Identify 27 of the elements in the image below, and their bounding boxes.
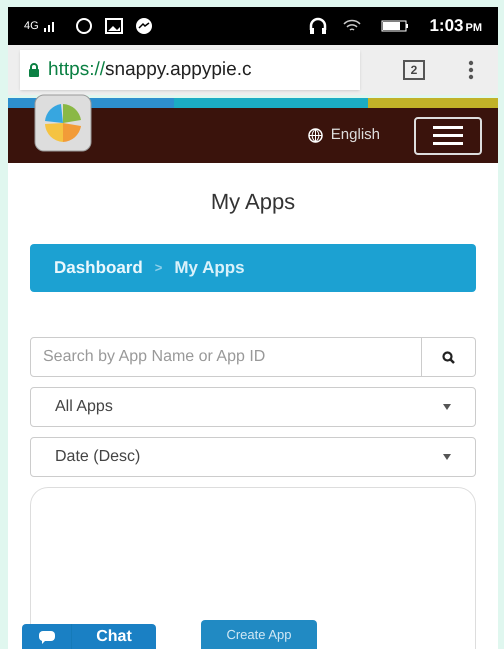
globe-icon — [308, 128, 323, 143]
search-icon — [442, 350, 455, 364]
wifi-icon — [343, 19, 362, 33]
chat-button[interactable]: Chat — [22, 624, 156, 649]
pie-logo-icon[interactable] — [34, 94, 92, 152]
page-title: My Apps — [210, 188, 296, 216]
breadcrumb-separator: > — [154, 259, 162, 278]
lock-icon — [28, 63, 40, 77]
menu-button[interactable] — [414, 116, 482, 154]
search-field[interactable]: Search by App Name or App ID — [30, 337, 422, 377]
filter-dropdown[interactable]: Date (Desc) — [30, 437, 476, 477]
tab-count-button[interactable]: 2 — [402, 60, 426, 80]
dropdown-caret-icon — [443, 454, 451, 460]
dropdown-caret-icon — [443, 404, 451, 410]
network-label: 4G — [24, 18, 39, 34]
language-selector[interactable]: English — [330, 124, 380, 147]
filter-dropdown[interactable]: All Apps — [30, 387, 476, 427]
message-bubble-icon — [134, 17, 153, 35]
image-icon — [104, 18, 123, 34]
search-button[interactable] — [422, 337, 476, 377]
clock-time: 1:03 PM — [429, 15, 482, 38]
more-menu-icon[interactable] — [468, 60, 474, 80]
chat-bubble-icon — [38, 630, 56, 644]
headphones-icon — [309, 17, 328, 35]
battery-icon — [381, 20, 410, 32]
url-text: https://snappy.appypie.c — [48, 58, 252, 82]
address-bar[interactable]: https://snappy.appypie.c — [20, 50, 360, 90]
